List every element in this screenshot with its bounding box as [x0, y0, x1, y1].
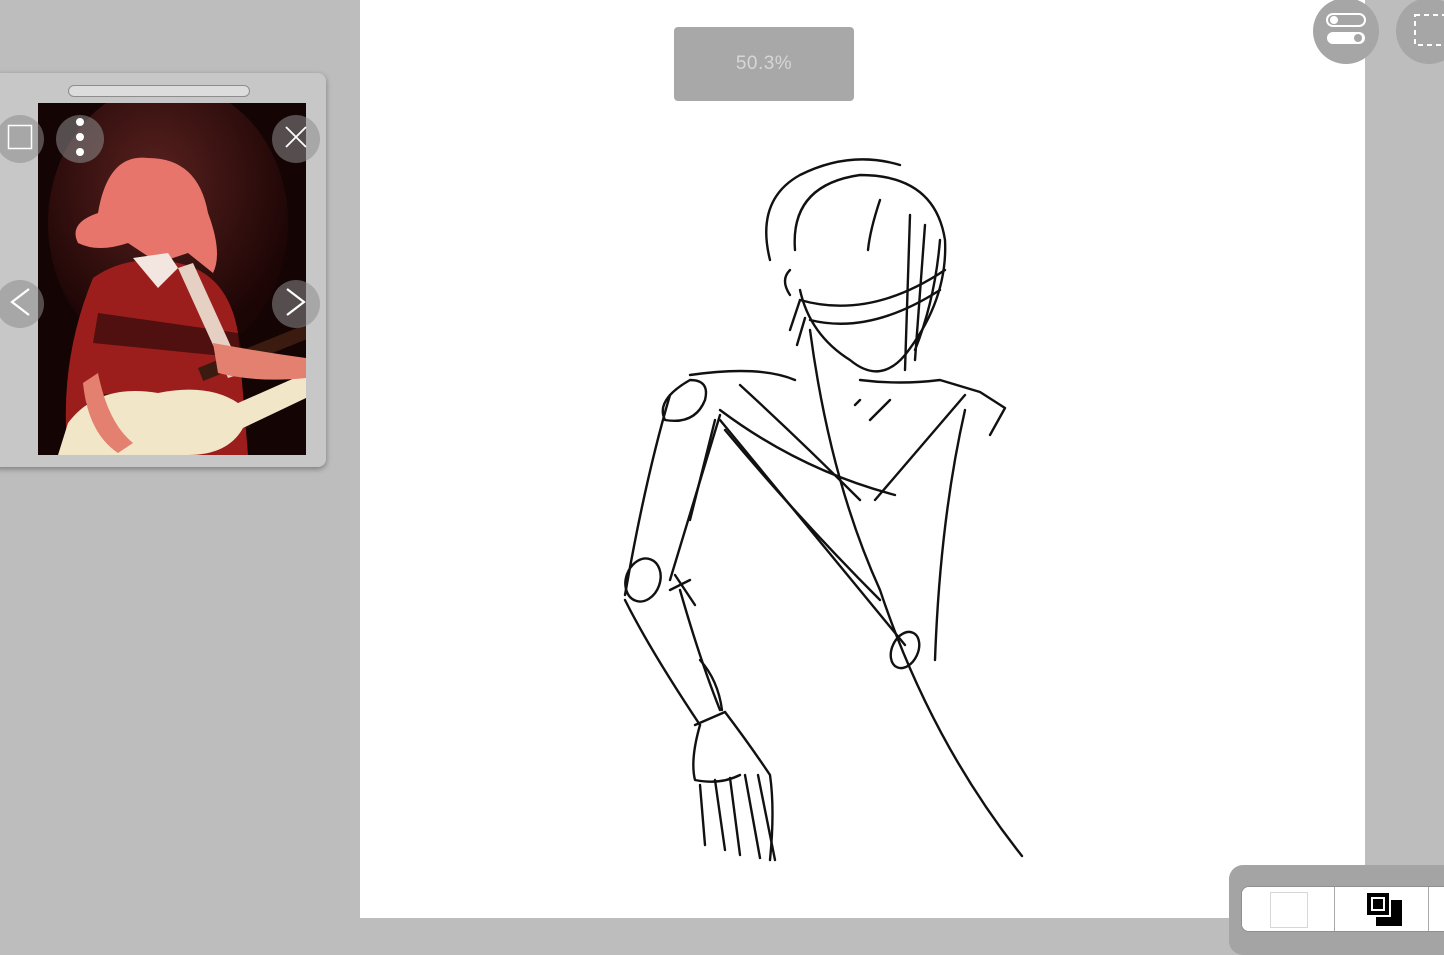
- layer-list: [1241, 886, 1444, 932]
- layer-thumbnail-sketch[interactable]: [1336, 887, 1429, 931]
- layer-bar: [1229, 865, 1444, 955]
- reference-panel[interactable]: [0, 73, 326, 467]
- layer-thumbnail-white[interactable]: [1242, 887, 1335, 931]
- toggle-settings-icon: [1326, 12, 1366, 51]
- chevron-right-icon: [285, 287, 307, 322]
- zoom-level-badge: 50.3%: [674, 27, 854, 101]
- toggle-settings-button[interactable]: [1313, 0, 1379, 64]
- square-outline-icon: [7, 124, 33, 155]
- sketch-drawing: [623, 158, 1024, 862]
- close-reference-button[interactable]: [272, 115, 320, 163]
- chevron-left-icon: [9, 287, 31, 322]
- black-layer-icon: [1364, 890, 1404, 931]
- more-vertical-icon: [75, 117, 85, 162]
- dashed-selection-icon: [1409, 9, 1444, 54]
- next-reference-button[interactable]: [272, 280, 320, 328]
- drawing-canvas[interactable]: 50.3%: [360, 0, 1365, 918]
- selection-tool-button[interactable]: [1396, 0, 1444, 64]
- white-layer-icon: [1270, 892, 1308, 928]
- close-icon: [285, 125, 307, 153]
- reference-menu-button[interactable]: [56, 115, 104, 163]
- panel-drag-handle[interactable]: [68, 85, 250, 97]
